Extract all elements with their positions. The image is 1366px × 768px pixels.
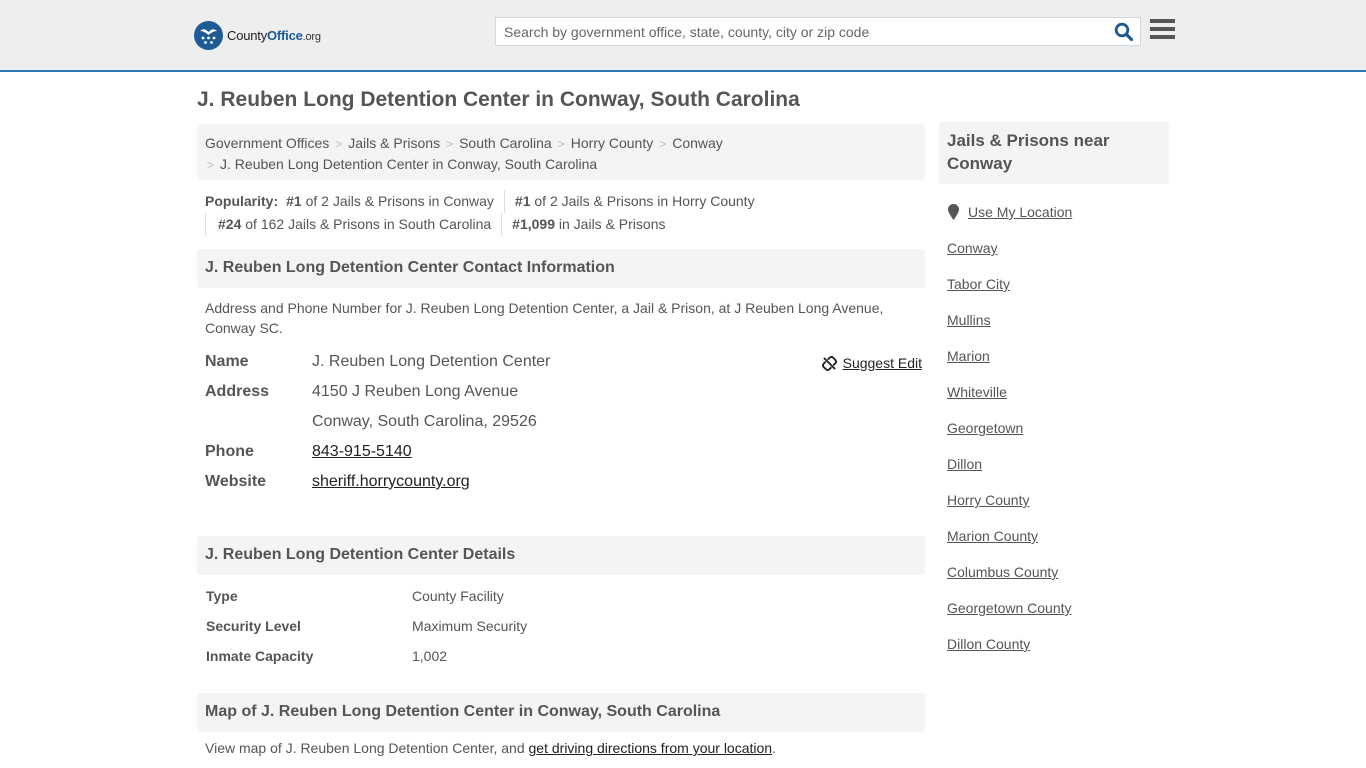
map-description: View map of J. Reuben Long Detention Cen… <box>205 740 776 756</box>
rank-value: #24 <box>218 216 242 232</box>
map-text: View map of J. Reuben Long Detention Cen… <box>205 740 529 756</box>
nearby-link-columbus-county[interactable]: Columbus County <box>947 564 1058 580</box>
popularity-label: Popularity: <box>205 193 279 209</box>
search-icon[interactable] <box>1114 22 1134 42</box>
driving-directions-link[interactable]: get driving directions from your locatio… <box>529 740 773 756</box>
rank-text: of 2 Jails & Prisons in Conway <box>301 193 494 209</box>
rank-value: #1,099 <box>512 216 555 232</box>
nearby-link-georgetown[interactable]: Georgetown <box>947 420 1023 436</box>
detail-label: Security Level <box>206 618 301 634</box>
nearby-link-marion[interactable]: Marion <box>947 348 990 364</box>
eagle-stars-logo-icon <box>194 20 223 50</box>
field-label: Phone <box>205 443 254 460</box>
website-link[interactable]: sheriff.horrycounty.org <box>312 473 470 490</box>
hamburger-menu-icon[interactable] <box>1150 19 1175 41</box>
rank-national: #1,099 in Jails & Prisons <box>512 213 675 236</box>
use-my-location-link[interactable]: Use My Location <box>968 204 1072 220</box>
nearby-sidebar: Jails & Prisons near Conway Use My Locat… <box>939 122 1169 670</box>
map-pin-icon <box>948 204 959 220</box>
list-item: Marion County <box>947 526 1169 562</box>
nearby-link-dillon-county[interactable]: Dillon County <box>947 636 1030 652</box>
nearby-link-whiteville[interactable]: Whiteville <box>947 384 1007 400</box>
breadcrumb-government-offices[interactable]: Government Offices <box>205 135 329 151</box>
nearby-link-tabor-city[interactable]: Tabor City <box>947 276 1010 292</box>
breadcrumb-separator: > <box>659 137 667 151</box>
nearby-link-conway[interactable]: Conway <box>947 240 998 256</box>
breadcrumb-south-carolina[interactable]: South Carolina <box>459 135 552 151</box>
nearby-links: Conway Tabor City Mullins Marion Whitevi… <box>939 238 1169 670</box>
page-title: J. Reuben Long Detention Center in Conwa… <box>197 88 800 111</box>
breadcrumb-conway[interactable]: Conway <box>672 135 723 151</box>
popularity-row: Popularity: #1 of 2 Jails & Prisons in Co… <box>205 190 925 213</box>
map-text-end: . <box>772 740 776 756</box>
rank-value: #1 <box>286 193 302 209</box>
nearby-link-marion-county[interactable]: Marion County <box>947 528 1038 544</box>
rank-text: in Jails & Prisons <box>555 216 666 232</box>
details-section-heading: J. Reuben Long Detention Center Details <box>197 536 925 575</box>
detail-value: County Facility <box>412 588 504 604</box>
nearby-link-georgetown-county[interactable]: Georgetown County <box>947 600 1072 616</box>
detail-label: Inmate Capacity <box>206 648 314 664</box>
breadcrumb: Government Offices > Jails & Prisons > South… <box>197 124 925 180</box>
logo-office: Office <box>267 27 303 43</box>
logo-wordmark: CountyOffice.org <box>227 28 321 43</box>
use-my-location: Use My Location <box>939 202 1169 222</box>
detail-value: Maximum Security <box>412 618 528 634</box>
field-label: Name <box>205 353 249 370</box>
breadcrumb-separator: > <box>557 137 565 151</box>
nearby-link-mullins[interactable]: Mullins <box>947 312 991 328</box>
main-content: Government Offices > Jails & Prisons > South… <box>197 124 925 756</box>
search-input[interactable] <box>496 18 1106 45</box>
list-item: Horry County <box>947 490 1169 526</box>
nearby-link-dillon[interactable]: Dillon <box>947 456 982 472</box>
list-item: Marion <box>947 346 1169 382</box>
contact-description: Address and Phone Number for J. Reuben L… <box>205 300 884 336</box>
rank-county: #1 of 2 Jails & Prisons in Horry County <box>515 190 765 213</box>
breadcrumb-jails-prisons[interactable]: Jails & Prisons <box>348 135 440 151</box>
breadcrumb-separator: > <box>207 158 215 172</box>
phone-link[interactable]: 843-915-5140 <box>312 443 412 460</box>
detail-label: Type <box>206 588 238 604</box>
rank-text: of 2 Jails & Prisons in Horry County <box>530 193 755 209</box>
contact-section-heading: J. Reuben Long Detention Center Contact … <box>197 249 925 288</box>
field-label: Website <box>205 473 267 490</box>
suggest-edit-label: Suggest Edit <box>842 355 922 371</box>
nearby-link-horry-county[interactable]: Horry County <box>947 492 1029 508</box>
rank-value: #1 <box>514 193 531 209</box>
search-bar <box>495 17 1141 46</box>
address-line-1: 4150 J Reuben Long Avenue <box>312 383 519 400</box>
detail-value: 1,002 <box>412 648 448 664</box>
suggest-edit-link[interactable]: Suggest Edit <box>821 355 922 371</box>
rank-city: #1 of 2 Jails & Prisons in Conway <box>286 190 505 213</box>
list-item: Columbus County <box>947 562 1169 598</box>
facility-name: J. Reuben Long Detention Center <box>312 353 551 370</box>
popularity-rankings: Popularity: #1 of 2 Jails & Prisons in Co… <box>197 190 925 236</box>
rank-state: #24 of 162 Jails & Prisons in South Caro… <box>205 213 503 236</box>
site-logo[interactable]: CountyOffice.org <box>194 20 321 50</box>
logo-county: County <box>227 27 267 43</box>
list-item: Dillon <box>947 454 1169 490</box>
sidebar-heading: Jails & Prisons near Conway <box>939 122 1169 184</box>
popularity-row: #24 of 162 Jails & Prisons in South Caro… <box>205 213 925 236</box>
list-item: Georgetown <box>947 418 1169 454</box>
list-item: Georgetown County <box>947 598 1169 634</box>
breadcrumb-separator: > <box>446 137 454 151</box>
map-section-heading: Map of J. Reuben Long Detention Center i… <box>197 693 925 732</box>
site-header: CountyOffice.org <box>0 0 1366 72</box>
contact-info: Suggest Edit Name J. Reuben Long Detenti… <box>197 351 925 501</box>
list-item: Mullins <box>947 310 1169 346</box>
list-item: Conway <box>947 238 1169 274</box>
list-item: Tabor City <box>947 274 1169 310</box>
breadcrumb-horry-county[interactable]: Horry County <box>571 135 653 151</box>
rank-text: of 162 Jails & Prisons in South Carolina <box>241 216 492 232</box>
breadcrumb-current: J. Reuben Long Detention Center in Conwa… <box>220 156 598 172</box>
broken-link-icon <box>821 355 837 371</box>
breadcrumb-separator: > <box>335 137 343 151</box>
list-item: Whiteville <box>947 382 1169 418</box>
list-item: Dillon County <box>947 634 1169 670</box>
logo-org: .org <box>302 30 321 43</box>
address-line-2: Conway, South Carolina, 29526 <box>312 413 537 430</box>
field-label: Address <box>205 383 270 400</box>
